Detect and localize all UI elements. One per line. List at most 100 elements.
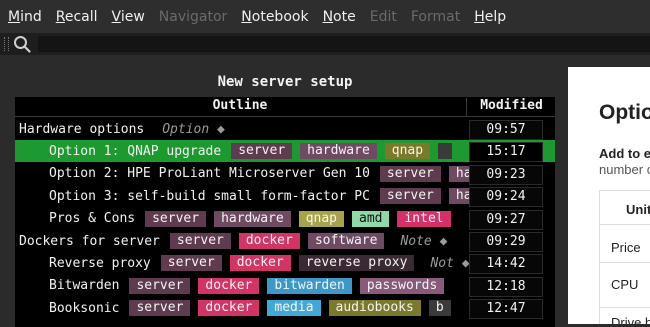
column-header-outline[interactable]: Outline xyxy=(15,98,465,113)
tag-badge[interactable]: passwords xyxy=(359,277,445,294)
menu-view[interactable]: View xyxy=(104,9,145,25)
menu-format: Format xyxy=(410,8,461,25)
tag-badge[interactable]: qnap xyxy=(298,210,344,227)
document-table-border xyxy=(599,190,650,191)
tag-badge[interactable]: server xyxy=(160,255,222,272)
tag-badge[interactable]: hardware xyxy=(300,143,377,160)
tag-badge[interactable]: software xyxy=(307,233,385,249)
search-icon[interactable] xyxy=(9,33,35,55)
outline-cell: Pros & Cons server hardware qnap amd intel xyxy=(15,208,501,230)
tag-badge[interactable]: server xyxy=(145,210,207,227)
tag-badge[interactable]: b xyxy=(428,300,451,317)
outline-tree[interactable]: Outline Modified Hardware options Option … xyxy=(15,97,555,327)
outline-row[interactable]: Bitwarden server docker bitwarden passwords 1… xyxy=(15,275,555,297)
node-title: Pros & Cons xyxy=(49,211,136,227)
document-panel[interactable]: Optio Add to e number c Unit Price CPU D… xyxy=(568,67,650,324)
outline-cell: Hardware options Option ◆ xyxy=(15,118,471,140)
document-table-border xyxy=(599,190,600,324)
outline-cell: Option 1: QNAP upgrade server hardware qnap xyxy=(15,140,501,162)
tag-badge[interactable]: server xyxy=(379,188,441,205)
tag-badge[interactable]: server xyxy=(169,233,231,249)
node-title: Reverse proxy xyxy=(49,255,151,271)
diamond-icon: ◆ xyxy=(431,233,448,249)
outline-cell: Option 2: HPE ProLiant Microserver Gen 1… xyxy=(15,163,501,185)
document-subheading: Add to e xyxy=(599,146,650,161)
tag-badge[interactable]: media xyxy=(267,300,321,317)
tag-badge[interactable] xyxy=(438,143,453,160)
node-title: Option 1: QNAP upgrade xyxy=(49,143,222,159)
tag-badge[interactable]: server xyxy=(231,143,293,160)
outline-row[interactable]: Option 2: HPE ProLiant Microserver Gen 1… xyxy=(15,163,555,185)
menu-note[interactable]: Note xyxy=(315,9,356,25)
tag-badge[interactable]: amd xyxy=(352,210,390,227)
notebook-title: New server setup xyxy=(217,74,353,90)
note-indicator: Option ◆ xyxy=(162,121,225,137)
document-table-divider xyxy=(599,262,650,263)
document-table-cell: Price xyxy=(611,240,641,255)
modified-time: 09:57 xyxy=(469,120,543,140)
note-indicator: Note ◆ xyxy=(400,233,448,249)
document-table-divider xyxy=(599,224,650,225)
document-table-cell: Drive b xyxy=(611,315,650,324)
node-title: Option 3: self-build small form-factor P… xyxy=(49,188,370,204)
tag-badge[interactable]: bitwarden xyxy=(267,277,352,294)
outline-row[interactable]: Option 1: QNAP upgrade server hardware qnap… xyxy=(15,140,555,163)
menu-recall[interactable]: Recall xyxy=(48,9,98,25)
node-title: Bitwarden xyxy=(49,278,120,294)
tag-badge[interactable]: reverse proxy xyxy=(298,255,415,272)
tag-badge[interactable]: docker xyxy=(229,255,291,272)
tag-badge[interactable]: intel xyxy=(397,210,451,227)
outline-row[interactable]: Booksonic server docker media audiobooks b 12:… xyxy=(15,297,555,320)
outline-row[interactable]: Reverse proxy server docker reverse proxy No… xyxy=(15,252,555,275)
search-bar xyxy=(0,33,650,55)
tag-badge[interactable]: docker xyxy=(198,277,260,294)
column-header-modified[interactable]: Modified xyxy=(466,98,556,116)
modified-time: 09:29 xyxy=(469,232,543,252)
modified-time: 12:18 xyxy=(469,276,543,297)
tag-badge[interactable]: server xyxy=(379,165,441,182)
document-text: number c xyxy=(599,162,650,177)
outline-cell: Booksonic server docker media audiobooks b xyxy=(15,297,501,319)
main-area: New server setup Outline Modified Hardwa… xyxy=(0,55,650,327)
outline-row[interactable]: Pros & Cons server hardware qnap amd intel 09:… xyxy=(15,208,555,230)
node-title: Hardware options xyxy=(19,121,145,137)
tag-badge[interactable]: hardware xyxy=(214,210,291,227)
outline-cell: Dockers for server server docker software No… xyxy=(15,230,471,252)
tag-badge[interactable]: server xyxy=(129,277,191,294)
outline-cell: Option 3: self-build small form-factor P… xyxy=(15,185,501,207)
menu-mind[interactable]: Mind xyxy=(0,9,42,25)
tag-badge[interactable]: server xyxy=(129,300,191,317)
outline-cell: Bitwarden server docker bitwarden passwords xyxy=(15,275,501,297)
outline-row[interactable]: Dockers for server server docker software No… xyxy=(15,230,555,252)
modified-time: 15:17 xyxy=(469,142,543,163)
tag-badge[interactable]: docker xyxy=(198,300,260,317)
diamond-icon: ◆ xyxy=(453,255,470,271)
menu-bar: Mind Recall View Navigator Notebook Note Edit F… xyxy=(0,0,650,33)
menu-navigator: Navigator xyxy=(158,8,228,25)
modified-time: 12:47 xyxy=(469,299,543,320)
document-table-cell: CPU xyxy=(611,277,639,292)
tag-badge[interactable]: audiobooks xyxy=(328,300,421,317)
document-table-header: Unit xyxy=(626,202,650,217)
tag-badge[interactable]: docker xyxy=(238,233,300,249)
note-indicator: Not ◆ xyxy=(430,255,470,271)
document-table-divider xyxy=(599,307,650,308)
diamond-icon: ◆ xyxy=(209,121,225,137)
document-heading: Optio xyxy=(599,101,650,124)
outline-row[interactable]: Hardware options Option ◆ 09:57 xyxy=(15,118,555,140)
outline-row[interactable]: Option 3: self-build small form-factor P… xyxy=(15,185,555,208)
node-title: Option 2: HPE ProLiant Microserver Gen 1… xyxy=(49,166,370,182)
node-title: Booksonic xyxy=(49,300,120,316)
node-title: Dockers for server xyxy=(19,233,160,249)
outline-header: Outline Modified xyxy=(15,97,555,117)
modified-time: 09:23 xyxy=(469,164,543,185)
modified-time: 09:24 xyxy=(469,187,543,208)
tag-badge[interactable]: qnap xyxy=(384,143,431,160)
outline-cell: Reverse proxy server docker reverse proxy No… xyxy=(15,252,501,274)
menu-notebook[interactable]: Notebook xyxy=(233,9,308,25)
menu-edit: Edit xyxy=(369,8,397,25)
menu-help[interactable]: Help xyxy=(466,9,506,25)
modified-time: 14:42 xyxy=(469,254,543,275)
search-input[interactable] xyxy=(38,36,650,52)
modified-time: 09:27 xyxy=(469,209,543,230)
